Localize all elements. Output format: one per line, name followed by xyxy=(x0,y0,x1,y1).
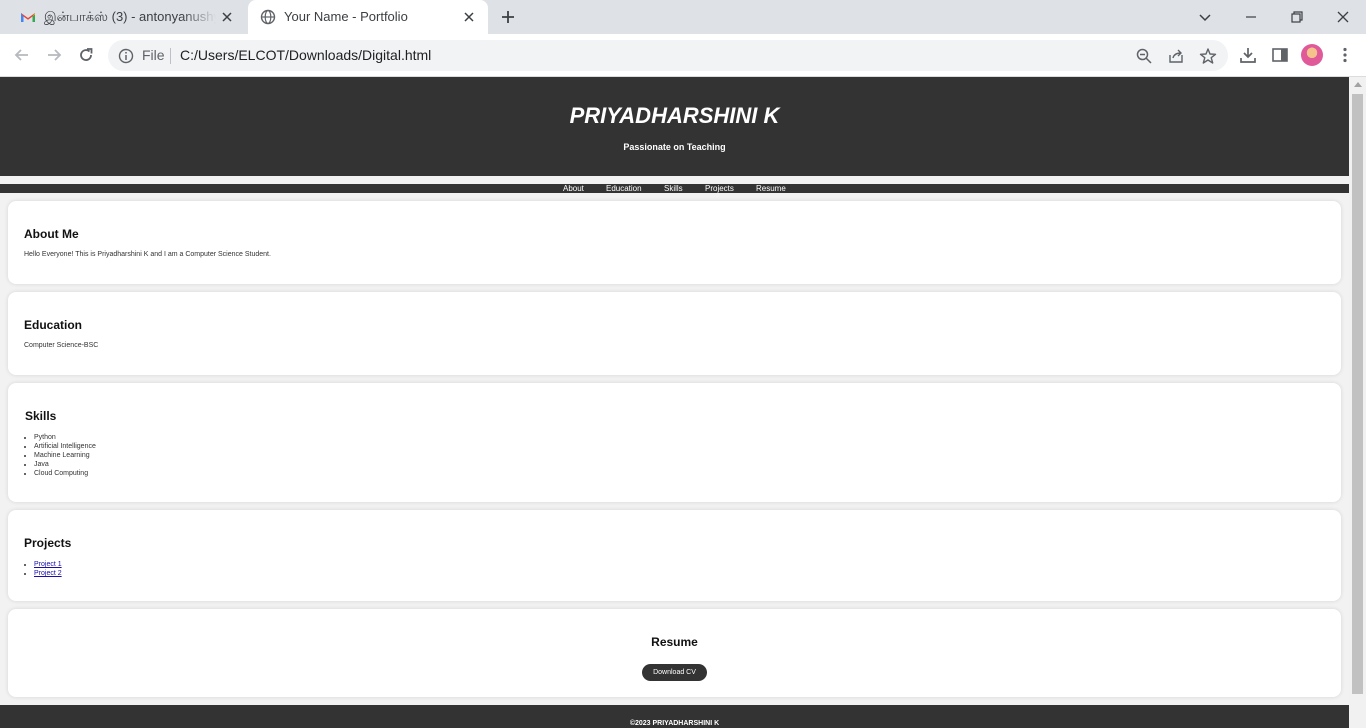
scheme-label: File xyxy=(142,47,165,63)
nav-link-projects[interactable]: Projects xyxy=(705,184,734,193)
browser-tab-gmail[interactable]: இன்பாக்ஸ் (3) - antonyanushya xyxy=(8,0,246,34)
site-info-icon[interactable] xyxy=(118,48,134,64)
close-tab-icon[interactable] xyxy=(462,10,476,24)
resume-heading: Resume xyxy=(651,635,698,649)
education-section: Education Computer Science-BSC xyxy=(8,292,1341,375)
education-text: Computer Science-BSC xyxy=(24,342,99,349)
zoom-out-icon[interactable] xyxy=(1135,47,1153,65)
skills-list: Python Artificial Intelligence Machine L… xyxy=(34,433,96,478)
downloads-icon[interactable] xyxy=(1238,45,1258,65)
download-cv-button[interactable]: Download CV xyxy=(642,664,707,681)
nav-link-about[interactable]: About xyxy=(563,184,584,193)
reload-icon[interactable] xyxy=(76,45,96,65)
resume-section: Resume Download CV xyxy=(8,609,1341,697)
scroll-up-arrow-icon[interactable] xyxy=(1354,82,1362,87)
divider xyxy=(170,48,171,64)
browser-tab-strip: இன்பாக்ஸ் (3) - antonyanushya Your Name … xyxy=(0,0,1366,34)
site-title: PRIYADHARSHINI K xyxy=(569,103,780,128)
skill-item: Java xyxy=(34,460,96,469)
close-window-icon[interactable] xyxy=(1333,7,1353,27)
nav-link-skills[interactable]: Skills xyxy=(664,184,683,193)
page-scrollbar[interactable] xyxy=(1349,77,1366,728)
tab-search-chevron-icon[interactable] xyxy=(1195,7,1215,27)
restore-icon[interactable] xyxy=(1287,7,1307,27)
back-arrow-icon[interactable] xyxy=(12,45,32,65)
new-tab-icon[interactable] xyxy=(498,7,518,27)
browser-tab-portfolio[interactable]: Your Name - Portfolio xyxy=(248,0,488,34)
minimize-icon[interactable] xyxy=(1241,7,1261,27)
site-footer: ©2023 PRIYADHARSHINI K xyxy=(0,705,1349,728)
about-section: About Me Hello Everyone! This is Priyadh… xyxy=(8,201,1341,284)
forward-arrow-icon[interactable] xyxy=(44,45,64,65)
project-item: Project 2 xyxy=(34,569,62,578)
skill-item: Cloud Computing xyxy=(34,469,96,478)
skill-item: Machine Learning xyxy=(34,451,96,460)
projects-heading: Projects xyxy=(24,536,72,550)
tab-title: Your Name - Portfolio xyxy=(284,9,408,24)
project-item: Project 1 xyxy=(34,560,62,569)
scrollbar-thumb[interactable] xyxy=(1352,94,1363,694)
site-header: PRIYADHARSHINI K Passionate on Teaching xyxy=(0,77,1349,176)
url-text[interactable]: C:/Users/ELCOT/Downloads/Digital.html xyxy=(180,47,431,63)
skill-item: Artificial Intelligence xyxy=(34,442,96,451)
gmail-icon xyxy=(21,13,35,22)
site-tagline: Passionate on Teaching xyxy=(623,142,726,152)
skills-heading: Skills xyxy=(25,409,57,423)
menu-kebab-icon[interactable] xyxy=(1335,45,1355,65)
close-tab-icon[interactable] xyxy=(220,10,234,24)
nav-link-resume[interactable]: Resume xyxy=(756,184,786,193)
share-icon[interactable] xyxy=(1167,47,1185,65)
globe-icon xyxy=(260,9,276,25)
address-bar[interactable]: File C:/Users/ELCOT/Downloads/Digital.ht… xyxy=(108,40,1228,71)
footer-copyright: ©2023 PRIYADHARSHINI K xyxy=(629,720,720,727)
projects-list: Project 1 Project 2 xyxy=(34,560,62,578)
browser-toolbar: File C:/Users/ELCOT/Downloads/Digital.ht… xyxy=(0,34,1366,77)
site-nav: About Education Skills Projects Resume xyxy=(0,184,1349,193)
projects-section: Projects Project 1 Project 2 xyxy=(8,510,1341,601)
profile-avatar[interactable] xyxy=(1301,44,1323,66)
project-link-1[interactable]: Project 1 xyxy=(34,561,62,568)
about-heading: About Me xyxy=(24,227,79,241)
project-link-2[interactable]: Project 2 xyxy=(34,570,62,577)
bookmark-star-icon[interactable] xyxy=(1199,47,1217,65)
page-viewport: PRIYADHARSHINI K Passionate on Teaching … xyxy=(0,77,1349,728)
nav-link-education[interactable]: Education xyxy=(606,184,642,193)
skill-item: Python xyxy=(34,433,96,442)
about-text: Hello Everyone! This is Priyadharshini K… xyxy=(24,251,271,258)
education-heading: Education xyxy=(24,318,83,332)
skills-section: Skills Python Artificial Intelligence Ma… xyxy=(8,383,1341,502)
side-panel-icon[interactable] xyxy=(1270,45,1290,65)
tab-title: இன்பாக்ஸ் (3) - antonyanushya xyxy=(44,9,216,24)
